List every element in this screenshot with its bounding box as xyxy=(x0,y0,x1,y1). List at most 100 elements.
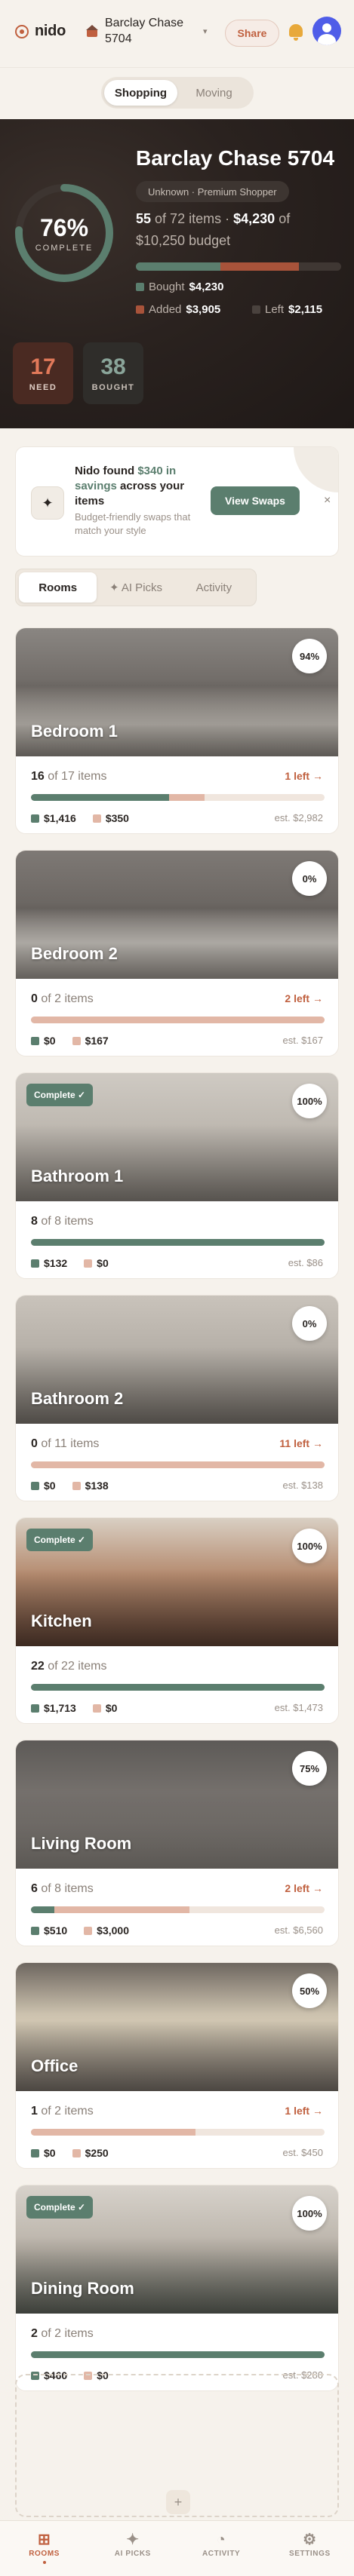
room-added-segment xyxy=(31,1461,325,1468)
room-progress-bar xyxy=(31,1684,325,1691)
tab-activity[interactable]: Activity xyxy=(175,572,253,603)
bought-swatch xyxy=(31,1036,39,1045)
user-avatar[interactable] xyxy=(312,17,341,45)
room-progress-bar xyxy=(31,1239,325,1246)
room-photo: Complete ✓ 100% Kitchen xyxy=(16,1518,338,1646)
nav-rooms[interactable]: ⊞ ROOMS xyxy=(0,2521,88,2576)
items-left-link[interactable]: 11 left → xyxy=(279,1437,323,1449)
legend-added: Added $3,905 xyxy=(136,303,220,316)
added-swatch xyxy=(84,1259,93,1268)
room-item-count: 22 of 22 items xyxy=(31,1660,107,1673)
room-photo: 75% Living Room xyxy=(16,1740,338,1869)
room-progress-bar xyxy=(31,794,325,801)
project-title: Barclay Chase 5704 xyxy=(136,146,335,170)
nav-activity[interactable]: ◔ ACTIVITY xyxy=(177,2521,266,2576)
room-card[interactable]: 94% Bedroom 1 16 of 17 items 1 left → $1… xyxy=(15,627,339,834)
project-switcher[interactable]: Barclay Chase 5704 ▾ xyxy=(85,15,208,47)
room-photo: 0% Bedroom 2 xyxy=(16,851,338,979)
added-swatch xyxy=(92,1704,101,1713)
room-estimate: est. $6,560 xyxy=(274,1924,323,1936)
share-button[interactable]: Share xyxy=(225,20,279,47)
room-added-segment xyxy=(31,2129,195,2136)
bought-swatch xyxy=(31,1481,39,1490)
room-bought: $132 xyxy=(44,1257,68,1269)
room-name: Office xyxy=(31,2056,78,2075)
room-bought-segment xyxy=(31,1684,325,1691)
room-percent-badge: 94% xyxy=(292,639,327,673)
nav-settings[interactable]: ⚙ SETTINGS xyxy=(266,2521,354,2576)
room-progress-bar xyxy=(31,1906,325,1913)
bought-swatch xyxy=(31,2148,39,2157)
room-card[interactable]: 0% Bathroom 2 0 of 11 items 11 left → $0… xyxy=(15,1295,339,1501)
room-estimate: est. $450 xyxy=(282,2147,324,2158)
added-swatch xyxy=(136,305,144,314)
completion-percent: 76% xyxy=(39,213,89,241)
tab-ai-picks[interactable]: ✦ AI Picks xyxy=(97,572,174,603)
need-stat[interactable]: 17 NEED xyxy=(13,342,73,404)
room-photo: 50% Office xyxy=(16,1963,338,2091)
chevron-down-icon: ▾ xyxy=(203,26,208,36)
room-percent-badge: 100% xyxy=(292,1529,327,1563)
legend-left: Left $2,115 xyxy=(252,303,322,316)
mode-shopping[interactable]: Shopping xyxy=(104,80,177,106)
room-bought: $0 xyxy=(44,2147,56,2159)
bought-stat[interactable]: 38 BOUGHT xyxy=(83,342,143,404)
added-swatch xyxy=(72,1481,81,1490)
room-percent-badge: 100% xyxy=(292,2196,327,2231)
room-estimate: est. $86 xyxy=(288,1257,323,1268)
tab-rooms[interactable]: Rooms xyxy=(19,572,97,603)
room-name: Bedroom 2 xyxy=(31,944,118,963)
room-added: $138 xyxy=(85,1480,109,1492)
notification-bell-icon[interactable] xyxy=(287,23,305,42)
room-bought: $1,416 xyxy=(44,812,76,824)
room-item-count: 16 of 17 items xyxy=(31,770,107,783)
room-name: Living Room xyxy=(31,1834,132,1853)
add-room-button[interactable]: + xyxy=(166,2490,190,2514)
room-card[interactable]: Complete ✓ 100% Dining Room 2 of 2 items… xyxy=(15,2185,339,2391)
nav-ai-picks[interactable]: ✦ AI PICKS xyxy=(88,2521,177,2576)
shopper-pill: Unknown · Premium Shopper xyxy=(136,181,289,202)
room-card[interactable]: Complete ✓ 100% Bathroom 1 8 of 8 items … xyxy=(15,1072,339,1279)
room-added: $0 xyxy=(105,1702,118,1714)
items-left-link[interactable]: 2 left → xyxy=(285,1882,323,1894)
bought-swatch xyxy=(31,814,39,823)
room-name: Bathroom 2 xyxy=(31,1389,124,1408)
room-percent-badge: 100% xyxy=(292,1084,327,1118)
items-left-link[interactable]: 1 left → xyxy=(285,2105,323,2117)
room-item-count: 8 of 8 items xyxy=(31,1215,94,1228)
add-room-card[interactable]: + xyxy=(15,2374,339,2517)
room-photo: Complete ✓ 100% Bathroom 1 xyxy=(16,1073,338,1201)
app-logo[interactable]: nido xyxy=(15,23,66,40)
bought-swatch xyxy=(31,1704,39,1713)
room-money: $510 $3,000 xyxy=(31,1924,129,1937)
mode-moving[interactable]: Moving xyxy=(177,80,251,106)
room-added-segment xyxy=(31,1017,325,1023)
room-money: $0 $138 xyxy=(31,1480,109,1492)
room-estimate: est. $1,473 xyxy=(274,1702,323,1713)
mode-toggle: Shopping Moving xyxy=(101,77,254,109)
gear-icon: ⚙ xyxy=(303,2532,317,2548)
room-added: $0 xyxy=(97,1257,109,1269)
activity-icon: ◔ xyxy=(216,2532,226,2548)
house-icon xyxy=(85,24,99,38)
room-card[interactable]: 75% Living Room 6 of 8 items 2 left → $5… xyxy=(15,1740,339,1946)
dismiss-tip-button[interactable]: × xyxy=(324,494,331,508)
room-name: Kitchen xyxy=(31,1612,92,1630)
room-card[interactable]: 0% Bedroom 2 0 of 2 items 2 left → $0 $1… xyxy=(15,850,339,1056)
room-progress-bar xyxy=(31,1017,325,1023)
room-added: $350 xyxy=(105,812,129,824)
room-percent-badge: 50% xyxy=(292,1973,327,2008)
room-bought-segment xyxy=(31,794,169,801)
items-left-link[interactable]: 1 left → xyxy=(285,770,323,782)
view-swaps-button[interactable]: View Swaps xyxy=(211,486,300,515)
room-photo: Complete ✓ 100% Dining Room xyxy=(16,2185,338,2314)
items-left-link[interactable]: 2 left → xyxy=(285,992,323,1004)
room-progress-bar xyxy=(31,2351,325,2358)
project-summary: 76% COMPLETE Barclay Chase 5704 Unknown … xyxy=(0,119,354,428)
room-photo: 0% Bathroom 2 xyxy=(16,1296,338,1424)
room-added: $167 xyxy=(85,1035,109,1047)
savings-title: Nido found $340 in savings across your i… xyxy=(75,465,185,508)
room-card[interactable]: Complete ✓ 100% Kitchen 22 of 22 items $… xyxy=(15,1517,339,1724)
room-money: $132 $0 xyxy=(31,1257,109,1269)
room-card[interactable]: 50% Office 1 of 2 items 1 left → $0 $250… xyxy=(15,1962,339,2169)
